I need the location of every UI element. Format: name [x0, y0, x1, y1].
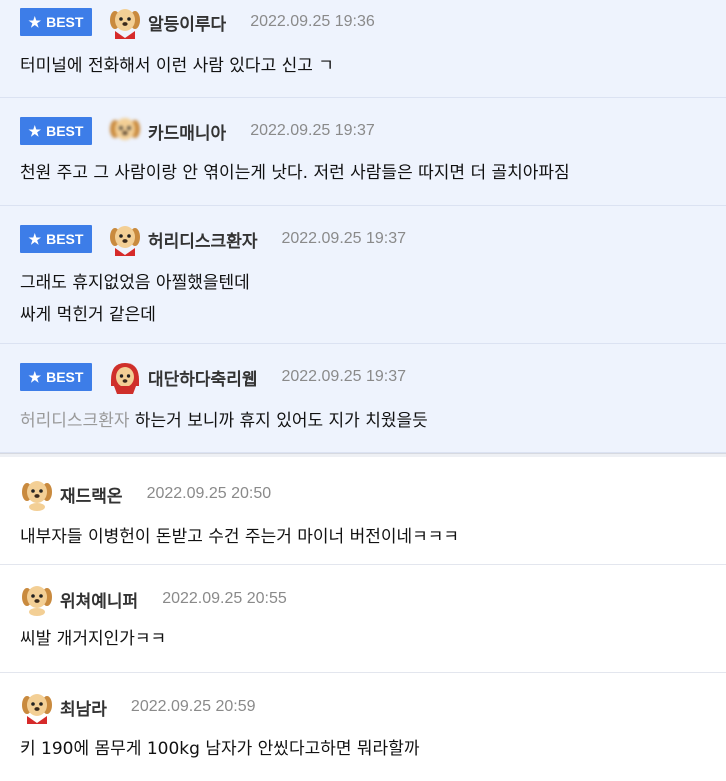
comment-nickname[interactable]: 최남라 [60, 695, 107, 720]
mention-link[interactable]: 허리디스크환자 [20, 411, 129, 431]
comment-date: 2022.09.25 19:36 [250, 13, 375, 30]
comment-nickname[interactable]: 카드매니아 [148, 119, 226, 144]
comment-header: 위쳐예니퍼 2022.09.25 20:55 [20, 582, 287, 616]
comment-item: ★ BEST 대단하다축리웹 2022.09.25 19:37 허리디스크환자 하… [0, 344, 726, 453]
comment-header: ★ BEST 카드매니아 2022.09.25 19:37 [20, 115, 375, 147]
comment-date: 2022.09.25 19:37 [281, 230, 407, 247]
comment-nickname[interactable]: 알등이루다 [148, 10, 226, 35]
dog-red-scarf-icon[interactable] [108, 5, 142, 39]
dog-plain-icon[interactable] [20, 582, 54, 616]
comment-item: 재드랙온 2022.09.25 20:50 내부자들 이병헌이 돈받고 수건 주… [0, 457, 726, 565]
comment-text: 내부자들 이병헌이 돈받고 수건 주는거 마이너 버전이네ㅋㅋㅋ [20, 527, 460, 547]
star-icon: ★ [28, 368, 42, 385]
dog-blurred-icon[interactable] [108, 114, 142, 148]
comment-text: 씨발 개거지인가ㅋㅋ [20, 629, 167, 649]
comment-nickname[interactable]: 허리디스크환자 [148, 227, 257, 252]
dog-plain-icon[interactable] [20, 477, 54, 511]
comment-item: 위쳐예니퍼 2022.09.25 20:55 씨발 개거지인가ㅋㅋ [0, 565, 726, 673]
dog-red-scarf-icon[interactable] [20, 690, 54, 724]
comment-nickname[interactable]: 대단하다축리웹 [148, 365, 257, 390]
comment-nickname[interactable]: 재드랙온 [60, 482, 123, 507]
comment-date: 2022.09.25 20:55 [162, 590, 287, 607]
best-badge: ★ BEST [20, 225, 92, 253]
comment-text: 터미널에 전화해서 이런 사람 있다고 신고 ㄱ [20, 56, 334, 76]
best-badge: ★ BEST [20, 363, 92, 391]
comment-header: ★ BEST 허리디스크환자 2022.09.25 19:37 [20, 222, 407, 256]
star-icon: ★ [28, 13, 42, 30]
comment-nickname[interactable]: 위쳐예니퍼 [60, 587, 138, 612]
dog-red-scarf-icon[interactable] [108, 222, 142, 256]
comment-header: 재드랙온 2022.09.25 20:50 [20, 477, 272, 511]
comment-item: 최남라 2022.09.25 20:59 키 190에 몸무게 100kg 남자… [0, 673, 726, 781]
comment-text: 키 190에 몸무게 100kg 남자가 안씼다고하면 뭐라할까 [20, 739, 420, 759]
comment-header: ★ BEST 대단하다축리웹 2022.09.25 19:37 [20, 360, 407, 394]
comment-date: 2022.09.25 19:37 [281, 368, 407, 385]
comment-item: ★ BEST 허리디스크환자 2022.09.25 19:37 그래도 휴지없었음… [0, 206, 726, 344]
comment-date: 2022.09.25 20:59 [130, 698, 256, 715]
comment-text: 그래도 휴지없었음 아찔했을텐데 싸게 먹힌거 같은데 [20, 273, 250, 325]
best-badge: ★ BEST [20, 117, 92, 145]
comment-item: ★ BEST 알등이루다 2022.09.25 19:36 터미널에 전화해서 이… [0, 0, 726, 98]
comment-text: 허리디스크환자 하는거 보니까 휴지 있어도 지가 치웠을듯 [20, 411, 428, 431]
star-icon: ★ [28, 122, 42, 139]
best-badge: ★ BEST [20, 8, 92, 36]
comment-text: 천원 주고 그 사람이랑 안 엮이는게 낫다. 저런 사람들은 따지면 더 골치… [20, 163, 570, 183]
comment-header: 최남라 2022.09.25 20:59 [20, 690, 256, 724]
dog-red-hood-icon[interactable] [108, 360, 142, 394]
star-icon: ★ [28, 230, 42, 247]
comment-date: 2022.09.25 19:37 [250, 122, 375, 139]
comment-item: ★ BEST 카드매니아 2022.09.25 19:37 천원 주고 그 사람이… [0, 98, 726, 206]
comment-date: 2022.09.25 20:50 [146, 485, 272, 502]
comment-header: ★ BEST 알등이루다 2022.09.25 19:36 [20, 5, 375, 39]
